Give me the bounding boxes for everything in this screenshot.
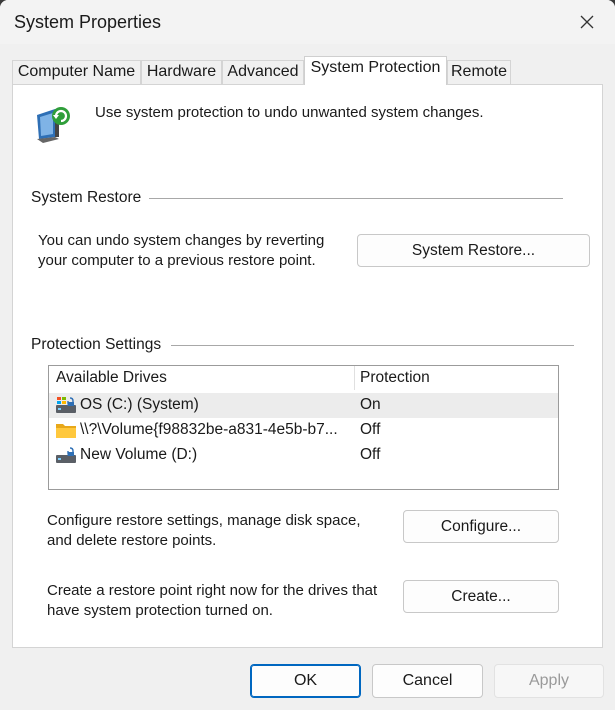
configure-button[interactable]: Configure... bbox=[403, 510, 559, 543]
system-protection-panel: Use system protection to undo unwanted s… bbox=[12, 84, 603, 648]
column-header-drives[interactable]: Available Drives bbox=[56, 369, 167, 387]
system-protection-icon bbox=[37, 107, 70, 143]
cancel-button[interactable]: Cancel bbox=[372, 664, 483, 698]
drive-protection-status: Off bbox=[360, 446, 381, 463]
tab-hardware[interactable]: Hardware bbox=[141, 60, 222, 84]
window-title: System Properties bbox=[14, 12, 162, 32]
system-drive-icon bbox=[56, 397, 76, 413]
list-header: Available Drives Protection bbox=[49, 366, 558, 392]
drive-name: \\?\Volume{f98832be-a831-4e5b-b7... bbox=[80, 421, 338, 438]
system-restore-heading: System Restore bbox=[31, 189, 146, 207]
intro-text: Use system protection to undo unwanted s… bbox=[95, 104, 484, 121]
apply-button[interactable]: Apply bbox=[494, 664, 604, 698]
column-separator[interactable] bbox=[354, 366, 355, 390]
tab-strip: Computer Name Hardware Advanced System P… bbox=[12, 56, 603, 85]
create-description: Create a restore point right now for the… bbox=[47, 582, 378, 619]
protection-settings-heading: Protection Settings bbox=[31, 336, 166, 354]
ok-button[interactable]: OK bbox=[250, 664, 361, 698]
column-header-protection[interactable]: Protection bbox=[360, 369, 430, 387]
divider bbox=[149, 198, 563, 199]
divider bbox=[171, 345, 574, 346]
tab-advanced[interactable]: Advanced bbox=[222, 60, 304, 84]
configure-description: Configure restore settings, manage disk … bbox=[47, 512, 361, 549]
tab-computer-name[interactable]: Computer Name bbox=[12, 60, 141, 84]
tab-system-protection[interactable]: System Protection bbox=[304, 56, 447, 85]
system-properties-window: System Properties Computer Name Hardware… bbox=[0, 0, 615, 710]
drive-protection-status: Off bbox=[360, 421, 381, 438]
list-item[interactable]: OS (C:) (System) On bbox=[49, 393, 558, 418]
list-item[interactable]: \\?\Volume{f98832be-a831-4e5b-b7... Off bbox=[49, 418, 558, 443]
drive-name: OS (C:) (System) bbox=[80, 396, 199, 413]
system-restore-description: You can undo system changes by reverting… bbox=[38, 232, 325, 269]
close-button[interactable] bbox=[569, 6, 605, 38]
list-item[interactable]: New Volume (D:) Off bbox=[49, 443, 558, 468]
drive-protection-status: On bbox=[360, 396, 381, 413]
close-icon bbox=[580, 15, 594, 29]
create-button[interactable]: Create... bbox=[403, 580, 559, 613]
title-bar[interactable]: System Properties bbox=[0, 0, 615, 44]
folder-icon bbox=[56, 424, 76, 438]
drive-icon bbox=[56, 447, 76, 463]
drives-list[interactable]: Available Drives Protection OS (C:) (Sys… bbox=[48, 365, 559, 490]
drive-name: New Volume (D:) bbox=[80, 446, 198, 463]
system-restore-button[interactable]: System Restore... bbox=[357, 234, 590, 267]
tab-remote[interactable]: Remote bbox=[447, 60, 511, 84]
